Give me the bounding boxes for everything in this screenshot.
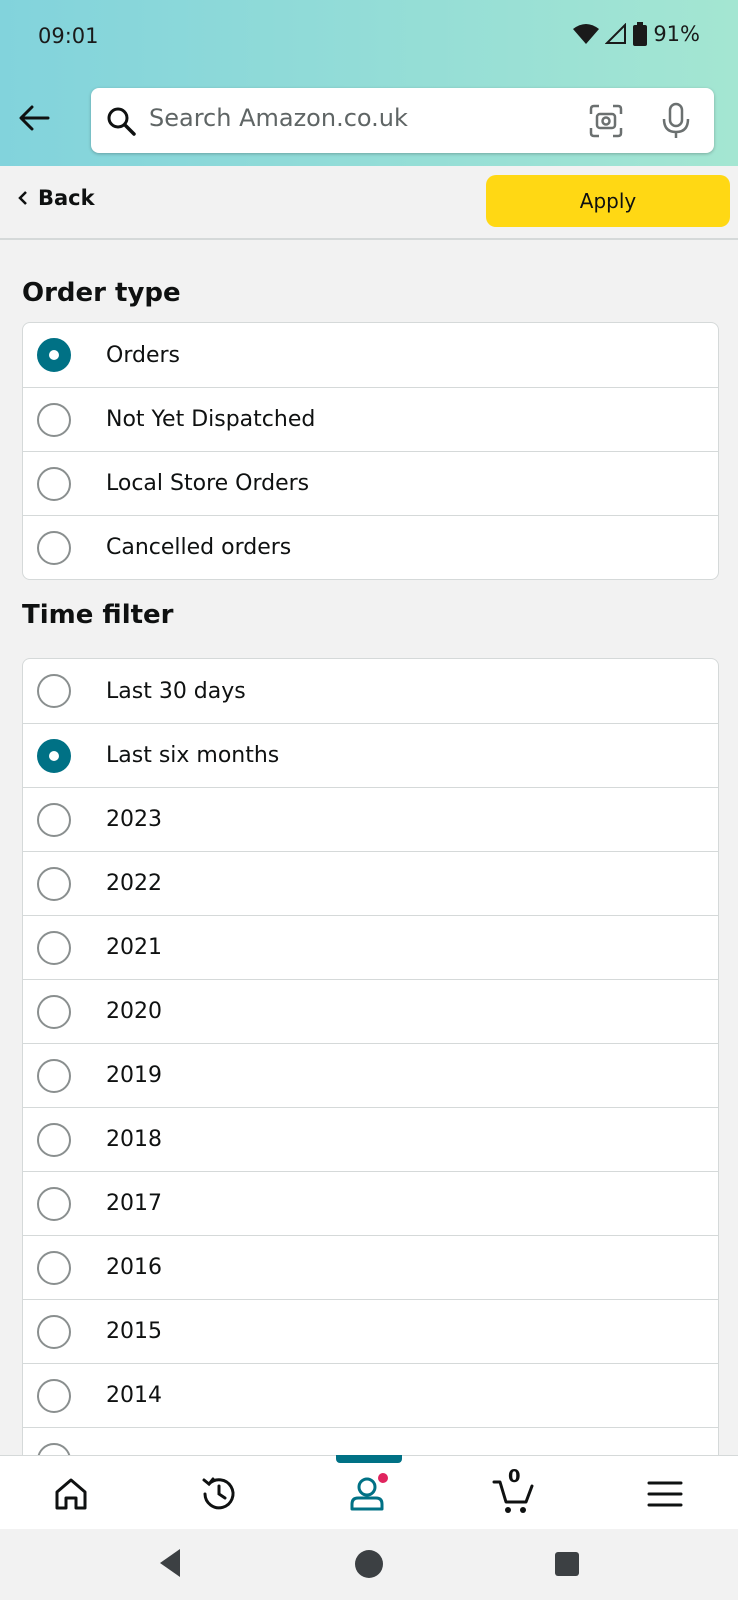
time-filter-option[interactable]: 2020 — [23, 979, 718, 1043]
time-filter-title: Time filter — [22, 600, 174, 630]
radio-button[interactable] — [37, 466, 71, 501]
battery-icon — [633, 22, 648, 46]
radio-button[interactable] — [37, 338, 71, 372]
radio-button[interactable] — [37, 1378, 71, 1413]
option-label: 2020 — [106, 999, 162, 1024]
option-label: 2014 — [106, 1383, 162, 1408]
order-type-list: Orders Not Yet Dispatched Local Store Or… — [22, 322, 719, 580]
bottom-nav: 0 — [0, 1455, 738, 1529]
radio-button[interactable] — [37, 1186, 71, 1221]
time-filter-option[interactable]: 2019 — [23, 1043, 718, 1107]
back-label: Back — [38, 186, 95, 210]
time-filter-option[interactable]: 2017 — [23, 1171, 718, 1235]
radio-button[interactable] — [37, 530, 71, 565]
radio-button[interactable] — [37, 402, 71, 437]
history-icon[interactable] — [197, 1472, 241, 1516]
option-label: 2016 — [106, 1255, 162, 1280]
status-time: 09:01 — [38, 24, 99, 48]
option-label: 2022 — [106, 871, 162, 896]
radio-button[interactable] — [37, 802, 71, 837]
radio-button[interactable] — [37, 866, 71, 901]
time-filter-list: Last 30 days Last six months 2023 2022 2… — [22, 658, 719, 1458]
search-icon — [107, 107, 136, 136]
time-filter-option[interactable]: 2023 — [23, 787, 718, 851]
wifi-icon — [573, 24, 600, 44]
time-filter-option[interactable]: Last 30 days — [23, 659, 718, 723]
time-filter-option[interactable]: 2016 — [23, 1235, 718, 1299]
camera-lens-icon[interactable] — [587, 102, 625, 140]
time-filter-option[interactable]: 2018 — [23, 1107, 718, 1171]
battery-percent: 91% — [653, 22, 700, 46]
option-label: 2023 — [106, 807, 162, 832]
option-label: Last 30 days — [106, 678, 246, 704]
time-filter-option[interactable]: 2022 — [23, 851, 718, 915]
radio-button[interactable] — [37, 1250, 71, 1285]
filter-action-bar: Back Apply — [0, 166, 738, 240]
app-header: 09:01 91% Search Amazon.co.uk — [0, 0, 738, 166]
radio-button[interactable] — [37, 674, 71, 708]
system-recents-icon[interactable] — [554, 1551, 580, 1577]
back-arrow-icon[interactable] — [16, 100, 52, 136]
back-button[interactable]: Back — [18, 186, 95, 210]
order-type-option[interactable]: Not Yet Dispatched — [23, 387, 718, 451]
time-filter-option[interactable]: 2021 — [23, 915, 718, 979]
menu-icon[interactable] — [643, 1472, 687, 1516]
apply-button[interactable]: Apply — [486, 175, 730, 227]
microphone-icon[interactable] — [659, 102, 693, 140]
chevron-left-icon — [18, 191, 27, 205]
system-nav-bar — [0, 1529, 738, 1600]
radio-button[interactable] — [37, 1314, 71, 1349]
active-tab-indicator — [336, 1455, 402, 1463]
system-home-icon[interactable] — [354, 1549, 384, 1579]
order-type-option[interactable]: Local Store Orders — [23, 451, 718, 515]
radio-button[interactable] — [37, 994, 71, 1029]
search-bar[interactable]: Search Amazon.co.uk — [91, 88, 714, 153]
option-label: 2015 — [106, 1319, 162, 1344]
signal-icon — [605, 23, 627, 44]
order-type-title: Order type — [22, 278, 181, 308]
time-filter-option[interactable]: 2015 — [23, 1299, 718, 1363]
option-label: 2017 — [106, 1191, 162, 1216]
status-icons: 91% — [573, 22, 700, 46]
home-icon[interactable] — [49, 1472, 93, 1516]
option-label: Local Store Orders — [106, 471, 310, 496]
cart-icon — [492, 1480, 534, 1513]
account-icon[interactable] — [346, 1472, 390, 1516]
search-placeholder[interactable]: Search Amazon.co.uk — [149, 104, 408, 132]
radio-button[interactable] — [37, 930, 71, 965]
order-type-option[interactable]: Orders — [23, 323, 718, 387]
option-label: 2021 — [106, 935, 162, 960]
radio-button[interactable] — [37, 738, 71, 773]
system-back-icon[interactable] — [156, 1547, 184, 1579]
option-label: Not Yet Dispatched — [106, 407, 316, 432]
option-label: Orders — [106, 342, 180, 368]
radio-button[interactable] — [37, 1058, 71, 1093]
time-filter-option[interactable] — [23, 1427, 718, 1458]
radio-button[interactable] — [37, 1122, 71, 1157]
option-label: 2019 — [106, 1063, 162, 1088]
option-label: 2018 — [106, 1127, 162, 1152]
order-type-option[interactable]: Cancelled orders — [23, 515, 718, 579]
option-label: Cancelled orders — [106, 535, 292, 560]
option-label: Last six months — [106, 743, 280, 768]
time-filter-option[interactable]: 2014 — [23, 1363, 718, 1427]
cart-button[interactable]: 0 — [492, 1466, 536, 1516]
time-filter-option[interactable]: Last six months — [23, 723, 718, 787]
